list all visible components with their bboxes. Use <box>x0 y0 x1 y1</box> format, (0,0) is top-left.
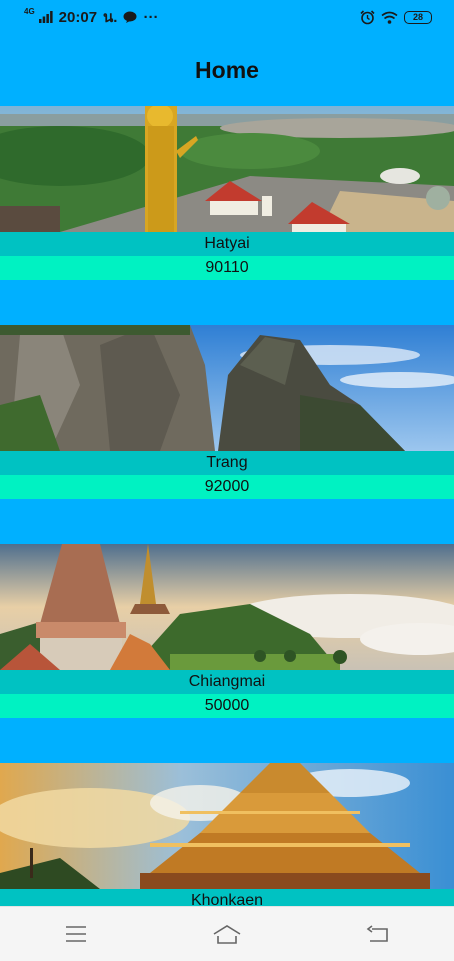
place-list[interactable]: Hatyai 90110 Trang 92000 Chiangmai 50000… <box>0 106 454 906</box>
back-icon <box>366 925 389 942</box>
place-name: Chiangmai <box>0 670 454 694</box>
more-notifications: ··· <box>143 8 159 26</box>
carrier-label: น. <box>103 9 118 26</box>
place-zip: 92000 <box>0 475 454 499</box>
wifi-icon <box>381 11 398 24</box>
status-right: 28 <box>360 9 432 25</box>
line-app-icon <box>123 11 137 23</box>
alarm-icon <box>360 9 375 24</box>
menu-icon <box>65 926 86 942</box>
status-bar: 4G 20:07 น. ··· 28 <box>0 0 454 34</box>
place-photo <box>0 763 454 889</box>
place-zip: 90110 <box>0 256 454 280</box>
home-button[interactable] <box>197 914 257 954</box>
place-photo <box>0 325 454 451</box>
place-name: Trang <box>0 451 454 475</box>
home-icon <box>213 925 241 944</box>
app-bar: Home <box>0 34 454 106</box>
place-photo <box>0 106 454 232</box>
status-left: 4G 20:07 น. ··· <box>24 5 158 29</box>
place-name: Hatyai <box>0 232 454 256</box>
network-type: 4G <box>24 7 35 16</box>
place-name: Khonkaen <box>0 889 454 906</box>
page-title: Home <box>195 56 259 83</box>
battery-indicator: 28 <box>404 10 432 24</box>
signal-icon <box>38 11 53 23</box>
place-photo <box>0 544 454 670</box>
place-zip: 50000 <box>0 694 454 718</box>
back-button[interactable] <box>348 914 408 954</box>
navigation-bar <box>0 906 454 961</box>
clock: 20:07 <box>58 8 98 26</box>
menu-button[interactable] <box>46 914 106 954</box>
